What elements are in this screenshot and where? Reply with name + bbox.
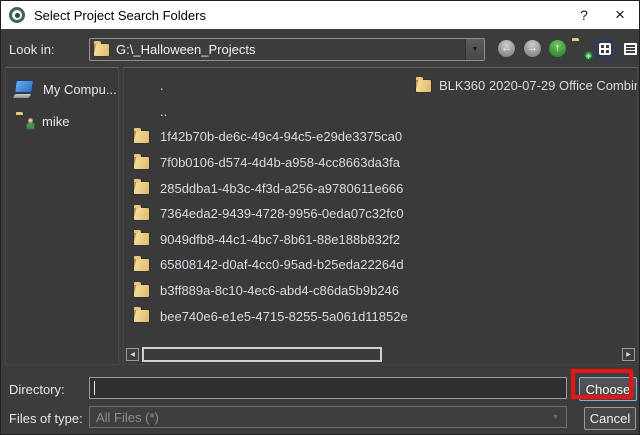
directory-input[interactable] (89, 377, 567, 399)
folder-icon (134, 259, 149, 271)
folder-icon (416, 80, 431, 92)
app-icon (9, 7, 25, 23)
files-of-type-label: Files of type: (9, 411, 83, 426)
select-project-search-folders-dialog: Select Project Search Folders ? × Look i… (0, 0, 640, 435)
file-list-column-1: . .. 1f42b70b-de6c-49c4-94c5-e29de3375ca… (132, 73, 637, 329)
sidebar-item-label: My Compu... (43, 82, 117, 97)
plus-badge-icon: + (584, 51, 593, 60)
my-computer-icon (14, 81, 36, 98)
text-caret (94, 381, 95, 395)
file-list-item[interactable]: 285ddba1-4b3c-4f3d-a256-a9780611e666 (132, 175, 637, 201)
look-in-label: Look in: (9, 42, 55, 57)
dialog-title: Select Project Search Folders (34, 8, 567, 23)
scrollbar-right-button[interactable]: ▶ (622, 348, 635, 361)
back-icon: ← (501, 40, 512, 57)
file-list-item[interactable]: 1f42b70b-de6c-49c4-94c5-e29de3375ca0 (132, 124, 637, 150)
choose-button[interactable]: Choose (579, 377, 637, 401)
places-sidebar: My Compu... mike (5, 67, 119, 365)
folder-icon (134, 233, 149, 245)
folder-icon (134, 131, 149, 143)
file-list-item[interactable]: BLK360 2020-07-29 Office Combin (414, 73, 637, 99)
scroll-right-icon: ▶ (626, 352, 631, 358)
folder-icon (134, 157, 149, 169)
file-list-panel: . .. 1f42b70b-de6c-49c4-94c5-e29de3375ca… (123, 67, 638, 365)
file-list-item[interactable]: 9049dfb8-44c1-4bc7-8b61-88e188b832f2 (132, 227, 637, 253)
detail-view-button[interactable] (620, 39, 640, 59)
help-button[interactable]: ? (567, 1, 601, 29)
folder-icon (134, 310, 149, 322)
folder-icon (134, 285, 149, 297)
chevron-down-icon: ▼ (552, 414, 559, 421)
chevron-down-icon: ▼ (472, 46, 479, 53)
horizontal-scrollbar[interactable]: ◀ ▶ (126, 347, 635, 362)
look-in-combobox[interactable]: G:\_Halloween_Projects ▼ (89, 38, 485, 61)
folder-icon (94, 44, 109, 56)
forward-icon: → (527, 40, 538, 57)
list-view-button[interactable] (594, 39, 615, 59)
folder-icon (134, 208, 149, 220)
file-list-item[interactable]: 65808142-d0af-4cc0-95ad-b25eda22264d (132, 252, 637, 278)
file-list-item[interactable]: 7364eda2-9439-4728-9956-0eda07c32fc0 (132, 201, 637, 227)
detail-view-icon (624, 43, 637, 55)
file-list-item[interactable]: b3ff889a-8c10-4ec6-abd4-c86da5b9b246 (132, 278, 637, 304)
close-button[interactable]: × (601, 1, 639, 29)
scrollbar-thumb[interactable] (142, 347, 382, 362)
title-bar: Select Project Search Folders ? × (1, 1, 639, 29)
file-type-combobox[interactable]: All Files (*) ▼ (89, 406, 567, 428)
list-view-icon (599, 43, 611, 55)
create-new-folder-button[interactable]: + (572, 41, 592, 57)
cancel-button[interactable]: Cancel (584, 407, 636, 430)
scroll-left-icon: ◀ (130, 352, 135, 358)
back-button[interactable]: ← (498, 40, 515, 57)
parent-directory-button[interactable]: ↑ (549, 40, 566, 57)
current-path: G:\_Halloween_Projects (116, 42, 465, 57)
sidebar-item-my-computer[interactable]: My Compu... (6, 74, 118, 104)
scrollbar-left-button[interactable]: ◀ (126, 348, 139, 361)
folder-icon (134, 182, 149, 194)
up-arrow-icon: ↑ (555, 40, 561, 57)
forward-button[interactable]: → (524, 40, 541, 57)
directory-input-wrap (89, 377, 567, 399)
sidebar-item-mike[interactable]: mike (6, 106, 118, 136)
sidebar-item-label: mike (42, 114, 69, 129)
file-type-value: All Files (*) (96, 410, 159, 425)
file-list-item[interactable]: 7f0b0106-d574-4d4b-a958-4cc8663da3fa (132, 150, 637, 176)
directory-label: Directory: (9, 382, 65, 397)
look-in-dropdown-button[interactable]: ▼ (465, 39, 484, 60)
file-list-item[interactable]: .. (132, 99, 637, 125)
file-list-item[interactable]: bee740e6-e1e5-4715-8255-5a061d11852e (132, 303, 637, 329)
home-folder-icon (16, 115, 33, 128)
